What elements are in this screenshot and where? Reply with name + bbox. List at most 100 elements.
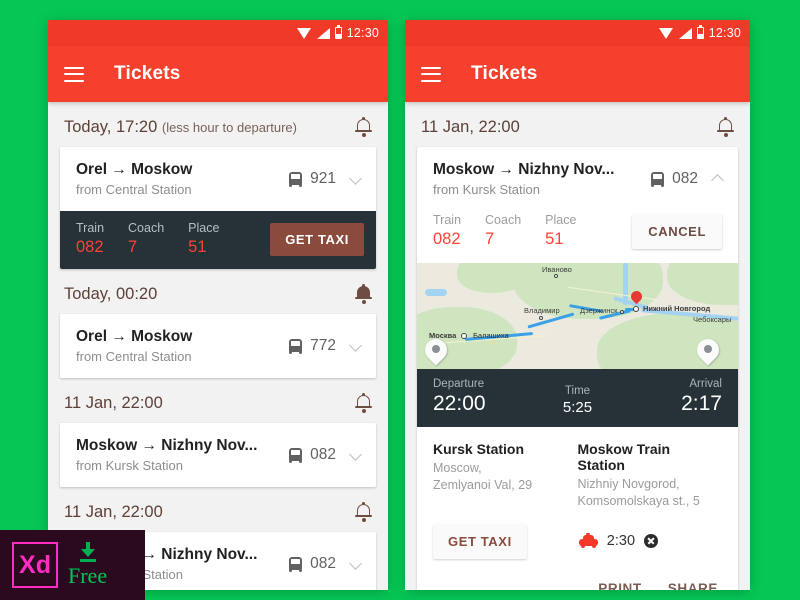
- ticket-route-block: Orel → Moskow from Central Station: [76, 328, 288, 364]
- map-city-dot: [539, 316, 543, 320]
- ticket-field-coach: Coach 7: [128, 221, 164, 257]
- duration-value: 5:25: [562, 399, 593, 416]
- ticket-detail-list[interactable]: 11 Jan, 22:00 Moskow → Nizhny Nov... fro…: [405, 102, 750, 590]
- ticket-route: Orel → Moskow: [76, 161, 193, 178]
- map-city-dot: [554, 274, 558, 278]
- chevron-down-icon[interactable]: [350, 558, 362, 570]
- page-title: Tickets: [471, 63, 538, 84]
- map-lake: [425, 289, 447, 296]
- ticket-list-left[interactable]: Today, 17:20 (less hour to departure) Or…: [48, 102, 388, 590]
- destination-station-block: Moskow Train Station Nizhniy Novgorod, K…: [578, 441, 723, 510]
- map-city-dot: [620, 310, 624, 314]
- section-date-text: 11 Jan, 22:00: [64, 503, 163, 521]
- alarm-bell-icon[interactable]: [355, 284, 372, 304]
- bus-icon: [650, 171, 665, 187]
- origin-station-street: Zemlyanoi Val, 29: [433, 477, 533, 492]
- section-date-text: Today, 00:20: [64, 285, 158, 303]
- route-map[interactable]: Москва Балашиха Владимир Дзержинск Ивано…: [417, 263, 738, 369]
- field-label: Train: [433, 213, 462, 227]
- wifi-icon: [658, 27, 674, 39]
- status-bar: 12:30: [405, 20, 750, 46]
- section-date: 11 Jan, 22:00: [64, 394, 163, 413]
- ticket-card-summary[interactable]: Orel → Moskow from Central Station 921: [60, 147, 376, 211]
- departure-label: Departure: [433, 378, 485, 390]
- hamburger-menu-icon[interactable]: [421, 66, 441, 82]
- origin-station-address: Moscow, Zemlyanoi Val, 29: [433, 460, 568, 494]
- hamburger-menu-icon[interactable]: [64, 66, 84, 82]
- phone-screen-left: 12:30 Tickets Today, 17:20 (less hour to…: [48, 20, 388, 590]
- ticket-origin-station: from Central Station: [76, 349, 192, 364]
- ticket-route-block: Orel → Moskow from Central Station: [76, 161, 288, 197]
- station-info: Kursk Station Moscow, Zemlyanoi Val, 29 …: [417, 427, 738, 512]
- get-taxi-button[interactable]: GET TAXI: [270, 222, 364, 256]
- field-value: 51: [188, 238, 207, 256]
- ticket-field-place: Place 51: [545, 213, 576, 249]
- section-date-text: 11 Jan, 22:00: [421, 118, 520, 136]
- ticket-route-block: Moskow → Nizhny Nov... from Kursk Statio…: [433, 161, 650, 197]
- ticket-card-summary[interactable]: Moskow → Nizhny Nov... from Kursk Statio…: [60, 423, 376, 487]
- map-label-waypoint: Балашиха: [473, 331, 509, 340]
- arrival-label: Arrival: [689, 378, 722, 390]
- bus-icon: [288, 447, 303, 463]
- ticket-card-expanded[interactable]: Moskow → Nizhny Nov... from Kursk Statio…: [417, 147, 738, 590]
- ticket-card-summary[interactable]: Orel → Moskow from Central Station 772: [60, 314, 376, 378]
- ticket-route-number: 772: [310, 337, 336, 354]
- ticket-field-place: Place 51: [188, 221, 219, 257]
- page-title: Tickets: [114, 63, 181, 84]
- ticket-field-train: Train 082: [433, 213, 461, 249]
- battery-icon: [696, 25, 704, 39]
- section-date: 11 Jan, 22:00: [64, 503, 163, 522]
- ticket-card[interactable]: Orel → Moskow from Central Station 921 T…: [60, 147, 376, 269]
- chevron-up-icon[interactable]: [712, 173, 724, 185]
- chevron-down-icon[interactable]: [350, 449, 362, 461]
- alarm-bell-icon[interactable]: [355, 502, 372, 522]
- section-header: 11 Jan, 22:00: [48, 378, 388, 423]
- field-value: 082: [76, 238, 104, 256]
- bus-icon: [288, 171, 303, 187]
- cancel-button[interactable]: CANCEL: [632, 213, 722, 249]
- map-label-waypoint: Чебоксары: [693, 315, 732, 324]
- ticket-origin-station: from Kursk Station: [76, 458, 183, 473]
- ticket-field-train: Train 082: [76, 221, 104, 257]
- section-header: 11 Jan, 22:00: [405, 102, 750, 147]
- field-value: 7: [485, 230, 495, 248]
- departure-cell: Departure 22:00: [433, 378, 529, 416]
- ticket-card-summary[interactable]: Moskow → Nizhny Nov... from Kursk Statio…: [417, 147, 738, 211]
- map-pin-icon[interactable]: [420, 334, 452, 367]
- print-button[interactable]: PRINT: [598, 581, 642, 590]
- ticket-route-number: 082: [672, 170, 698, 187]
- ticket-card[interactable]: Orel → Moskow from Central Station 772: [60, 314, 376, 378]
- map-city-dot: [461, 333, 467, 339]
- alarm-bell-icon[interactable]: [355, 117, 372, 137]
- section-header: Today, 00:20: [48, 269, 388, 314]
- free-label: Free: [68, 562, 108, 588]
- ticket-route-number: 082: [310, 555, 336, 572]
- cancel-circle-icon[interactable]: [644, 534, 659, 549]
- share-button[interactable]: SHARE: [668, 581, 718, 590]
- origin-station-block: Kursk Station Moscow, Zemlyanoi Val, 29: [433, 441, 578, 510]
- ticket-route: Moskow → Nizhny Nov...: [76, 437, 258, 454]
- chevron-down-icon[interactable]: [350, 340, 362, 352]
- alarm-bell-icon[interactable]: [717, 117, 734, 137]
- map-label-waypoint: Владимир: [524, 306, 560, 315]
- map-pin-icon[interactable]: [692, 334, 724, 367]
- ticket-number-group: 772: [288, 337, 336, 355]
- alarm-bell-icon[interactable]: [355, 393, 372, 413]
- taxi-eta-time: 2:30: [606, 533, 636, 550]
- free-download-group[interactable]: Free: [68, 541, 108, 589]
- destination-station-address: Nizhniy Novgorod, Komsomolskaya st., 5: [578, 476, 713, 510]
- destination-station-city: Nizhniy Novgorod,: [577, 477, 680, 491]
- section-date: Today, 17:20 (less hour to departure): [64, 118, 297, 137]
- canvas: 12:30 Tickets Today, 17:20 (less hour to…: [0, 0, 800, 600]
- ticket-route-number: 921: [310, 170, 336, 187]
- app-bar: Tickets: [405, 46, 750, 102]
- get-taxi-button[interactable]: GET TAXI: [433, 523, 527, 559]
- taxi-row: GET TAXI 2:30: [417, 512, 738, 571]
- map-pin-red-icon[interactable]: [631, 291, 642, 306]
- signal-icon: [678, 27, 692, 39]
- origin-station-city: Moscow,: [433, 461, 482, 475]
- destination-station-name: Moskow Train Station: [577, 441, 671, 473]
- map-label-waypoint: Дзержинск: [580, 306, 618, 315]
- ticket-card[interactable]: Moskow → Nizhny Nov... from Kursk Statio…: [60, 423, 376, 487]
- chevron-down-icon[interactable]: [350, 173, 362, 185]
